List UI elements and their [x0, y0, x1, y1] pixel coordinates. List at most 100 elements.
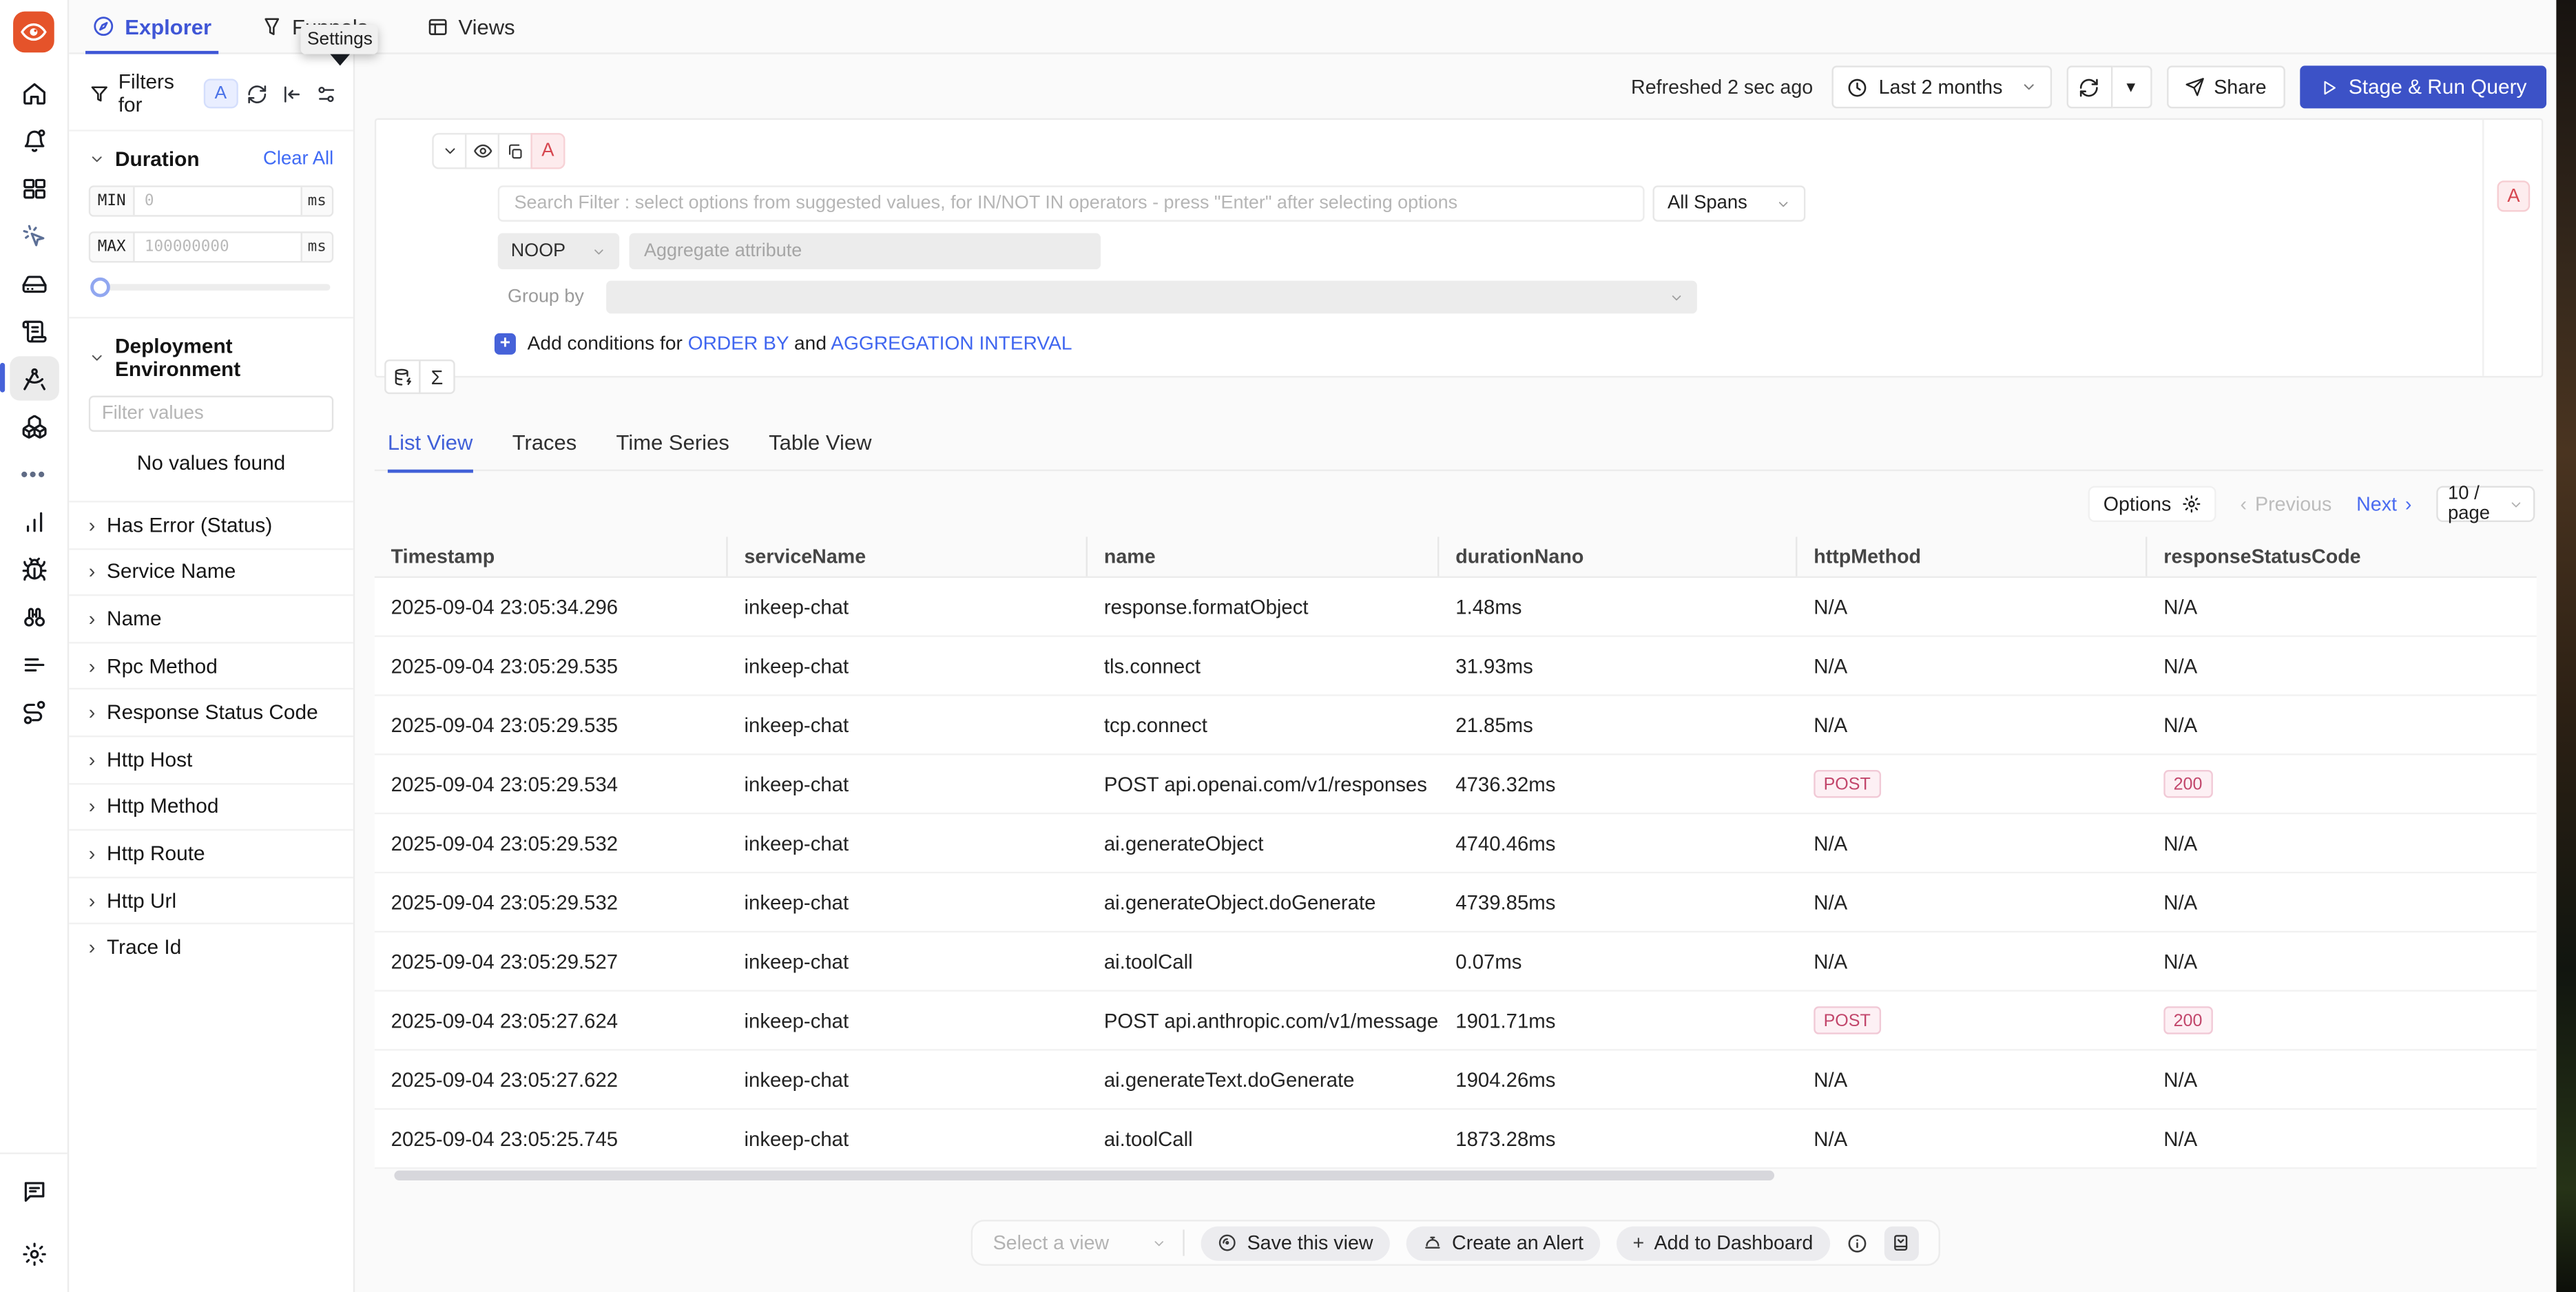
metrics-icon[interactable] — [9, 499, 59, 543]
table-row[interactable]: 2025-09-04 23:05:34.296 inkeep-chat resp… — [375, 578, 2537, 637]
horizontal-scrollbar[interactable] — [375, 1171, 2537, 1182]
table-row[interactable]: 2025-09-04 23:05:29.534 inkeep-chat POST… — [375, 756, 2537, 815]
col-http-method[interactable]: httpMethod — [1797, 537, 2147, 576]
table-row[interactable]: 2025-09-04 23:05:27.624 inkeep-chat POST… — [375, 992, 2537, 1051]
downloads-icon[interactable] — [1884, 1226, 1918, 1260]
tab-list-view[interactable]: List View — [388, 415, 473, 470]
more-icon[interactable]: ••• — [9, 452, 59, 496]
info-icon[interactable] — [1846, 1232, 1867, 1253]
previous-page-button[interactable]: ‹ Previous — [2241, 492, 2332, 515]
col-service-name[interactable]: serviceName — [728, 537, 1088, 576]
select-view-dropdown[interactable]: Select a view — [993, 1231, 1167, 1254]
col-response-status-code[interactable]: responseStatusCode — [2147, 537, 2536, 576]
services-icon[interactable] — [9, 261, 59, 305]
order-by-link[interactable]: ORDER BY — [688, 332, 789, 355]
exceptions-icon[interactable] — [9, 547, 59, 591]
filter-section[interactable]: › Http Url — [69, 876, 353, 923]
table-row[interactable]: 2025-09-04 23:05:29.532 inkeep-chat ai.g… — [375, 873, 2537, 932]
page-size-select[interactable]: 10 / page — [2436, 486, 2535, 522]
table-row[interactable]: 2025-09-04 23:05:29.535 inkeep-chat tcp.… — [375, 696, 2537, 756]
chevron-down-icon[interactable] — [89, 350, 105, 366]
group-by-select[interactable] — [607, 281, 1698, 314]
traces-explorer-icon[interactable] — [9, 356, 59, 400]
view-actions-bar: Select a view Save this view Create an A… — [972, 1220, 1940, 1266]
search-filter-input[interactable]: Search Filter : select options from sugg… — [498, 185, 1645, 221]
tab-traces[interactable]: Traces — [512, 415, 577, 470]
table-row[interactable]: 2025-09-04 23:05:29.535 inkeep-chat tls.… — [375, 637, 2537, 696]
scrollbar-thumb[interactable] — [394, 1171, 1774, 1180]
share-button[interactable]: Share — [2166, 65, 2285, 108]
options-button[interactable]: Options — [2088, 486, 2216, 522]
col-name[interactable]: name — [1088, 537, 1439, 576]
chevron-down-icon[interactable] — [89, 151, 105, 167]
panel-query-chip[interactable]: A — [2497, 180, 2531, 211]
col-duration-nano[interactable]: durationNano — [1439, 537, 1797, 576]
filter-section[interactable]: › Service Name — [69, 548, 353, 594]
filters-query-chip[interactable]: A — [203, 79, 238, 108]
integrations-icon[interactable] — [9, 689, 59, 733]
query-name-chip[interactable]: A — [530, 133, 565, 169]
filter-section[interactable]: › Name — [69, 594, 353, 641]
collapse-query-icon[interactable] — [432, 133, 466, 169]
aggregation-operator-select[interactable]: NOOP — [498, 233, 620, 269]
clear-all-link[interactable]: Clear All — [263, 149, 333, 169]
no-values-text: No values found — [89, 432, 333, 484]
add-conditions-row[interactable]: + Add conditions for ORDER BY and AGGREG… — [495, 332, 1072, 355]
clock-icon — [1846, 76, 1867, 98]
save-view-button[interactable]: Save this view — [1201, 1226, 1390, 1260]
filter-section[interactable]: › Has Error (Status) — [69, 501, 353, 548]
filter-section[interactable]: › Trace Id — [69, 924, 353, 970]
next-page-button[interactable]: Next › — [2356, 492, 2411, 515]
aggregate-attribute-input[interactable]: Aggregate attribute — [630, 233, 1101, 269]
collapse-sidebar-icon[interactable] — [281, 83, 302, 104]
tab-explorer[interactable]: Explorer — [92, 0, 212, 53]
refresh-dropdown-caret[interactable]: ▼ — [2112, 65, 2151, 108]
table-row[interactable]: 2025-09-04 23:05:27.622 inkeep-chat ai.g… — [375, 1051, 2537, 1110]
aggregation-interval-link[interactable]: AGGREGATION INTERVAL — [831, 332, 1072, 355]
cell-service-name: inkeep-chat — [728, 873, 1088, 930]
table-row[interactable]: 2025-09-04 23:05:29.527 inkeep-chat ai.t… — [375, 932, 2537, 992]
settings-tooltip: Settings — [300, 25, 377, 66]
alerts-icon[interactable] — [9, 118, 59, 163]
toggle-visibility-icon[interactable] — [465, 133, 499, 169]
home-icon[interactable] — [9, 71, 59, 115]
support-chat-icon[interactable] — [9, 1169, 59, 1213]
messaging-queues-icon[interactable] — [9, 404, 59, 448]
copy-query-icon[interactable] — [498, 133, 532, 169]
create-alert-button[interactable]: Create an Alert — [1406, 1226, 1600, 1260]
filter-section[interactable]: › Http Route — [69, 829, 353, 876]
max-input[interactable]: 100000000 — [135, 233, 301, 261]
span-scope-select[interactable]: All Spans — [1653, 185, 1806, 221]
slider-handle[interactable] — [90, 278, 110, 298]
signoz-logo[interactable] — [13, 12, 54, 53]
col-timestamp[interactable]: Timestamp — [375, 537, 728, 576]
dashboards-icon[interactable] — [9, 166, 59, 210]
tab-table-view[interactable]: Table View — [769, 415, 871, 470]
add-to-dashboard-label: Add to Dashboard — [1654, 1231, 1814, 1254]
add-query-icon[interactable] — [384, 360, 420, 394]
tab-time-series[interactable]: Time Series — [616, 415, 729, 470]
stage-run-query-button[interactable]: Stage & Run Query — [2299, 65, 2546, 108]
filter-section[interactable]: › Http Method — [69, 782, 353, 829]
filter-settings-icon[interactable] — [315, 83, 337, 104]
settings-gear-icon[interactable] — [9, 1231, 59, 1275]
table-row[interactable]: 2025-09-04 23:05:25.745 inkeep-chat ai.t… — [375, 1109, 2537, 1169]
duration-slider[interactable] — [92, 284, 331, 291]
filter-values-input[interactable]: Filter values — [89, 395, 333, 431]
filter-section[interactable]: › Http Host — [69, 736, 353, 782]
filter-section[interactable]: › Rpc Method — [69, 642, 353, 689]
add-to-dashboard-button[interactable]: + Add to Dashboard — [1617, 1226, 1829, 1260]
tab-views[interactable]: Views — [427, 0, 515, 53]
logs-pipelines-icon[interactable] — [9, 642, 59, 686]
table-row[interactable]: 2025-09-04 23:05:29.532 inkeep-chat ai.g… — [375, 814, 2537, 873]
min-input[interactable]: 0 — [135, 187, 301, 216]
service-map-icon[interactable] — [9, 594, 59, 638]
add-formula-icon[interactable]: Σ — [419, 360, 455, 394]
logs-icon[interactable] — [9, 309, 59, 353]
time-range-select[interactable]: Last 2 months — [1831, 65, 2051, 108]
sync-icon[interactable] — [247, 83, 268, 104]
plus-icon[interactable]: + — [495, 333, 516, 354]
get-started-icon[interactable] — [9, 213, 59, 258]
refresh-button[interactable] — [2066, 65, 2112, 108]
filter-section[interactable]: › Response Status Code — [69, 689, 353, 736]
